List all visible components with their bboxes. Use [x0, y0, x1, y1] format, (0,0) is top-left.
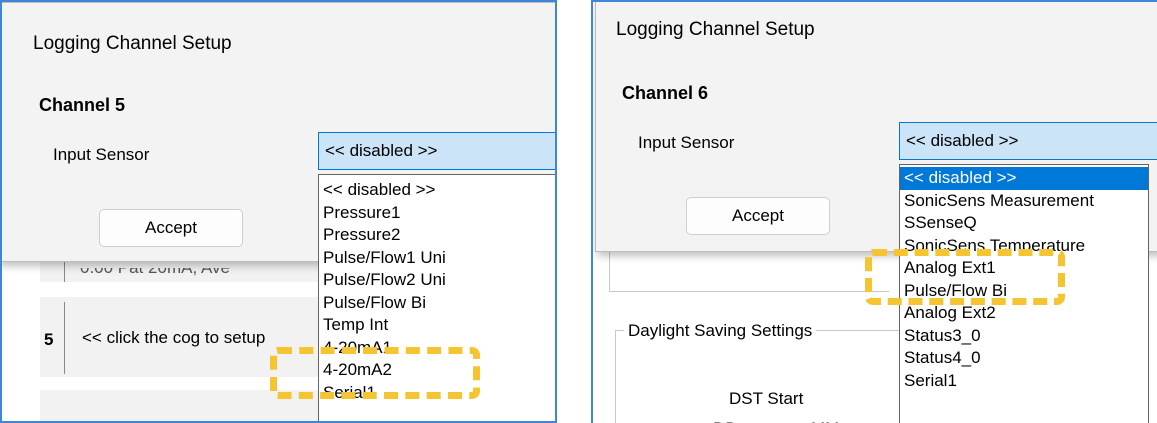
input-sensor-select[interactable]: << disabled >> — [899, 122, 1157, 160]
dropdown-option[interactable]: Serial1 — [319, 382, 555, 405]
dropdown-option[interactable]: SSenseQ — [900, 212, 1148, 235]
dropdown-option[interactable]: << disabled >> — [319, 179, 555, 202]
dropdown-option[interactable]: Pressure1 — [319, 202, 555, 225]
dropdown-option[interactable]: Pressure2 — [319, 224, 555, 247]
dropdown-option[interactable]: Status3_0 — [900, 325, 1148, 348]
dd-label: DD — [713, 419, 738, 423]
left-screenshot-panel: 0.00 Pat 20mA, Ave 5 << click the cog to… — [0, 0, 557, 423]
daylight-saving-groupbox — [615, 330, 915, 423]
channel-label: Channel 5 — [39, 95, 126, 115]
dropdown-option[interactable]: Status4_0 — [900, 347, 1148, 370]
dropdown-option[interactable]: Pulse/Flow2 Uni — [319, 269, 555, 292]
dropdown-option[interactable]: Serial1 — [900, 370, 1148, 393]
input-sensor-dropdown-list[interactable]: << disabled >> Pressure1 Pressure2 Pulse… — [318, 174, 555, 421]
input-sensor-label: Input Sensor — [638, 133, 735, 152]
dropdown-option[interactable]: Pulse/Flow1 Uni — [319, 247, 555, 270]
dropdown-option[interactable]: 4-20mA1 — [319, 337, 555, 360]
accept-button[interactable]: Accept — [686, 197, 830, 235]
dropdown-option[interactable]: Analog Ext1 — [900, 257, 1148, 280]
setup-hint-text[interactable]: << click the cog to setup — [82, 328, 265, 348]
dropdown-option[interactable]: SonicSens Temperature — [900, 235, 1148, 258]
row-number: 5 — [44, 330, 54, 349]
dst-start-label: DST Start — [729, 389, 804, 408]
input-sensor-select[interactable]: << disabled >> — [318, 132, 555, 170]
background-line — [609, 291, 889, 292]
input-sensor-label: Input Sensor — [53, 145, 150, 164]
dropdown-option[interactable]: 4-20mA2 — [319, 359, 555, 382]
channel-label: Channel 6 — [622, 83, 709, 103]
dialog-title: Logging Channel Setup — [616, 19, 815, 40]
mm-label: MM — [811, 419, 839, 423]
dropdown-option[interactable]: Pulse/Flow Bi — [900, 280, 1148, 303]
dialog-title: Logging Channel Setup — [33, 33, 232, 54]
daylight-saving-title: Daylight Saving Settings — [624, 321, 817, 341]
right-screenshot-panel: Daylight Saving Settings DST Start DD MM… — [591, 0, 1157, 423]
input-sensor-dropdown-list[interactable]: << disabled >> SonicSens Measurement SSe… — [899, 164, 1149, 423]
dropdown-option[interactable]: Pulse/Flow Bi — [319, 292, 555, 315]
accept-button[interactable]: Accept — [99, 209, 243, 247]
dropdown-option[interactable]: Temp Int — [319, 314, 555, 337]
dropdown-option-selected[interactable]: << disabled >> — [900, 167, 1148, 190]
dropdown-option[interactable]: SonicSens Measurement — [900, 190, 1148, 213]
dropdown-option[interactable]: Analog Ext2 — [900, 302, 1148, 325]
row-divider — [64, 302, 65, 374]
